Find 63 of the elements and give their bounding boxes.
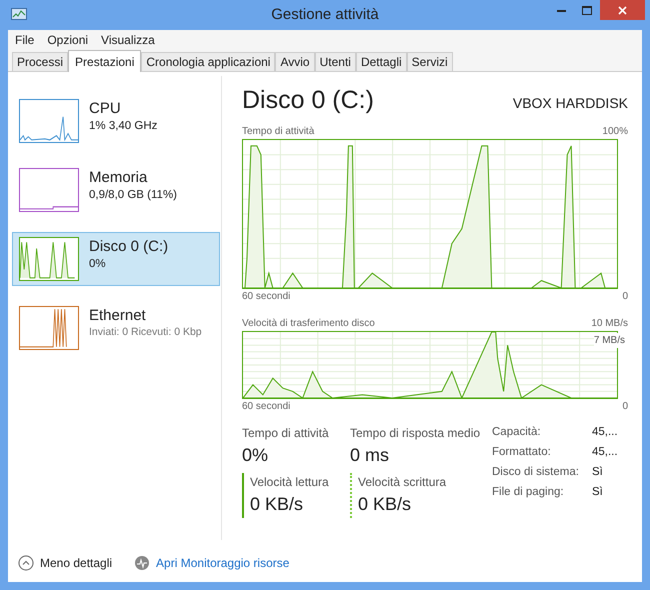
item-detail: 0% <box>89 257 107 272</box>
maximize-icon <box>582 6 592 14</box>
window-title: Gestione attività <box>270 4 380 25</box>
tab[interactable]: Servizi <box>406 52 453 71</box>
item-name: Ethernet <box>89 306 147 325</box>
item-name: CPU <box>89 99 122 118</box>
property-value: 45,... <box>592 424 618 440</box>
close-icon <box>618 6 627 14</box>
menu-item[interactable]: Visualizza <box>101 31 155 49</box>
property-value: Sì <box>592 465 604 480</box>
graph-label: Velocità di trasferimento disco <box>242 316 375 330</box>
tab[interactable]: Avvio <box>275 52 315 71</box>
property-label: Disco di sistema: <box>492 465 580 480</box>
tab[interactable]: Processi <box>12 52 68 71</box>
sidebar-item[interactable]: CPU 1% 3,40 GHz <box>12 94 220 148</box>
minimize-icon <box>556 8 566 12</box>
performance-thumbnail <box>19 168 79 212</box>
graph-max: 100% <box>602 124 628 138</box>
graph-time: 60 secondi <box>242 290 290 304</box>
stat-label: Tempo di risposta medio <box>350 424 480 442</box>
sidebar-item[interactable]: Memoria 0,9/8,0 GB (11%) <box>12 163 220 217</box>
performance-thumbnail <box>19 306 79 350</box>
item-name: Memoria <box>89 168 148 187</box>
item-detail: Inviati: 0 Ricevuti: 0 Kbp <box>89 325 202 340</box>
graph-scale: 7 MB/s <box>594 332 625 348</box>
resource-monitor-link[interactable]: Apri Monitoraggio risorse <box>134 554 290 572</box>
sidebar-item[interactable]: Ethernet Inviati: 0 Ricevuti: 0 Kbp <box>12 301 220 355</box>
monitor-icon <box>134 555 150 571</box>
stat-value: 0% <box>242 444 270 466</box>
disk-model: VBOX HARDDISK <box>512 94 628 113</box>
property-value: Sì <box>592 485 604 500</box>
item-detail: 1% 3,40 GHz <box>89 119 158 134</box>
performance-thumbnail <box>19 237 79 281</box>
property-label: Formattato: <box>492 444 552 460</box>
rate-label: Velocità scrittura <box>358 474 446 490</box>
stat-label: Tempo di attività <box>242 424 330 442</box>
item-detail: 0,9/8,0 GB (11%) <box>89 188 177 203</box>
rate-label: Velocità lettura <box>250 474 330 490</box>
graph-label: Tempo di attività <box>242 124 314 138</box>
tab[interactable]: Utenti <box>314 52 356 71</box>
tab[interactable]: Dettagli <box>356 52 407 71</box>
tab[interactable]: Prestazioni <box>68 50 142 72</box>
app-icon <box>11 8 27 22</box>
disk-title: Disco 0 (C:) <box>242 85 374 116</box>
menu-item[interactable]: File <box>15 31 34 49</box>
collapse-icon <box>18 555 34 571</box>
item-name: Disco 0 (C:) <box>89 237 168 256</box>
tab[interactable]: Cronologia applicazioni <box>141 52 276 71</box>
graph-max: 10 MB/s <box>591 316 628 330</box>
rate-value: 0 KB/s <box>358 492 412 516</box>
sidebar-item[interactable]: Disco 0 (C:) 0% <box>12 232 220 286</box>
graph-min: 0 <box>622 290 628 304</box>
fewer-details-button[interactable]: Meno dettagli <box>18 554 112 572</box>
graph-min: 0 <box>622 400 628 414</box>
menu-item[interactable]: Opzioni <box>47 31 88 49</box>
rate-value: 0 KB/s <box>250 492 304 516</box>
close-button[interactable] <box>600 0 645 20</box>
performance-thumbnail <box>19 99 79 143</box>
stat-value: 0 ms <box>350 444 390 466</box>
property-label: File di paging: <box>492 485 565 500</box>
property-label: Capacità: <box>492 424 542 440</box>
property-value: 45,... <box>592 444 618 460</box>
graph-time: 60 secondi <box>242 400 290 414</box>
